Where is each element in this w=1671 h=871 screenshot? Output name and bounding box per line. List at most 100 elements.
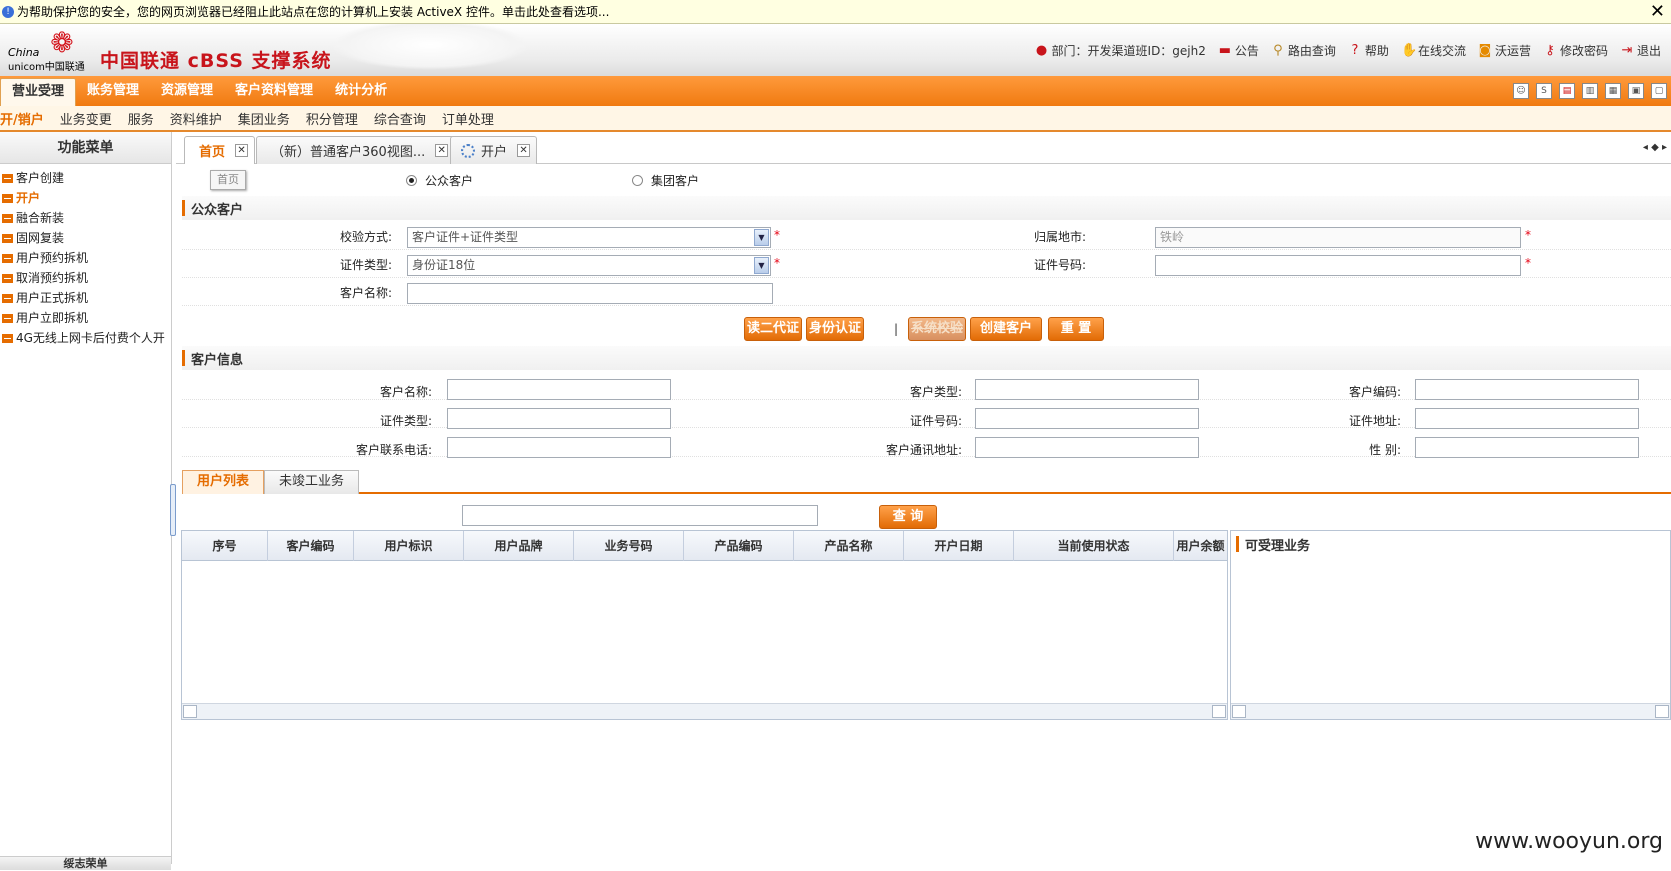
window-icon[interactable]: ▣ (1628, 83, 1644, 99)
logout-link[interactable]: ⇥退出 (1620, 42, 1661, 59)
grid-col-user-id[interactable]: 用户标识 (354, 531, 464, 561)
unicom-logo: ❁ China unicom中国联通 (6, 28, 84, 72)
grid-col-status[interactable]: 当前使用状态 (1014, 531, 1174, 561)
change-password-link[interactable]: ⚷修改密码 (1543, 42, 1608, 59)
sidebar-item-customer-create[interactable]: 客户创建 (0, 168, 171, 188)
sidebar-item-open-account[interactable]: 开户 (0, 188, 171, 208)
subnav-data-maintenance[interactable]: 资料维护 (162, 109, 230, 128)
business-number-input[interactable] (462, 505, 818, 526)
info-gender-field[interactable] (1415, 437, 1639, 458)
region-label: 归属地市: (976, 228, 1086, 245)
sidebar-item-fixed-reinstall[interactable]: 固网复装 (0, 228, 171, 248)
layout-icon[interactable]: ▥ (1582, 83, 1598, 99)
region-field[interactable]: 铁岭 (1155, 227, 1521, 248)
id-type-select[interactable]: 身份证18位▼ (407, 255, 771, 276)
sidebar-bottom-bar[interactable]: 绥志荣单 (0, 856, 171, 870)
user-icon: ● (1035, 44, 1049, 58)
grid-horizontal-scrollbar[interactable] (182, 703, 1227, 719)
grid-col-business-number[interactable]: 业务号码 (574, 531, 684, 561)
info-gender-label: 性 别: (1236, 441, 1401, 458)
form-row (182, 278, 1671, 306)
panel-horizontal-scrollbar[interactable] (1231, 703, 1670, 719)
route-query-link[interactable]: ⚲路由查询 (1271, 42, 1336, 59)
subnav-group-business[interactable]: 集团业务 (230, 109, 298, 128)
create-customer-button[interactable]: 创建客户 (970, 317, 1042, 341)
scroll-right-icon[interactable] (1655, 705, 1669, 718)
radio-group-customer[interactable]: 集团客户 (632, 172, 699, 189)
verify-method-select[interactable]: 客户证件+证件类型▼ (407, 227, 771, 248)
subnav-query[interactable]: 综合查询 (366, 109, 434, 128)
scroll-left-icon[interactable] (183, 705, 197, 718)
sidebar-item-fusion-install[interactable]: 融合新装 (0, 208, 171, 228)
close-icon[interactable]: ✕ (1650, 1, 1665, 22)
tab-tooltip: 首页 (210, 170, 246, 190)
switch-icon[interactable]: S (1536, 83, 1552, 99)
card-icon[interactable]: ▤ (1559, 83, 1575, 99)
id-number-input[interactable] (1155, 255, 1521, 276)
grid-col-product-name[interactable]: 产品名称 (794, 531, 904, 561)
subnav-orders[interactable]: 订单处理 (434, 109, 502, 128)
subnav-service[interactable]: 服务 (120, 109, 162, 128)
scroll-right-icon[interactable] (1212, 705, 1226, 718)
help-link[interactable]: ?帮助 (1348, 42, 1389, 59)
tab-open-account[interactable]: 开户✕ (450, 136, 537, 164)
info-id-type-label: 证件类型: (316, 412, 432, 429)
customer-name-label: 客户名称: (276, 284, 392, 301)
nav-statistics[interactable]: 统计分析 (324, 76, 398, 106)
subnav-open-close[interactable]: 开/销户 (0, 109, 52, 128)
query-button[interactable]: 查 询 (879, 505, 937, 529)
cloud-decoration (330, 24, 530, 70)
search-icon: ⚲ (1271, 44, 1285, 58)
minus-icon (2, 274, 13, 283)
tab-scroll-arrows[interactable]: ◂ ◆ ▸ (1643, 142, 1667, 153)
grid-col-open-date[interactable]: 开户日期 (904, 531, 1014, 561)
sidebar-item-cancel-reserve[interactable]: 取消预约拆机 (0, 268, 171, 288)
tab-home[interactable]: 首页✕ (184, 136, 255, 164)
info-customer-code-field[interactable] (1415, 379, 1639, 400)
system-verify-button[interactable]: 系统校验 (908, 317, 966, 341)
identity-auth-button[interactable]: 身份认证 (806, 317, 864, 341)
fullscreen-icon[interactable]: ▢ (1651, 83, 1667, 99)
info-id-type-field[interactable] (447, 408, 671, 429)
info-customer-name-field[interactable] (447, 379, 671, 400)
tab-unfinished-business[interactable]: 未竣工业务 (264, 470, 359, 494)
grid-col-index[interactable]: 序号 (182, 531, 268, 561)
close-icon[interactable]: ✕ (435, 144, 448, 157)
tab-user-list[interactable]: 用户列表 (182, 470, 264, 494)
notice-link[interactable]: ▬公告 (1218, 42, 1259, 59)
info-id-number-field[interactable] (975, 408, 1199, 429)
wo-operation-link[interactable]: ◙沃运营 (1478, 42, 1531, 59)
reset-button[interactable]: 重 置 (1048, 317, 1104, 341)
info-mail-address-field[interactable] (975, 437, 1199, 458)
scroll-left-icon[interactable] (1232, 705, 1246, 718)
read-id-card-button[interactable]: 读二代证 (744, 317, 802, 341)
close-icon[interactable]: ✕ (235, 144, 248, 157)
dept-info: ●部门：开发渠道班ID：gejh2 (1035, 42, 1206, 59)
grid-col-brand[interactable]: 用户品牌 (464, 531, 574, 561)
infobar-text[interactable]: 为帮助保护您的安全，您的网页浏览器已经阻止此站点在您的计算机上安装 Active… (17, 3, 609, 20)
nav-resource-management[interactable]: 资源管理 (150, 76, 224, 106)
customer-name-input[interactable] (407, 283, 773, 304)
info-id-address-field[interactable] (1415, 408, 1639, 429)
close-icon[interactable]: ✕ (517, 144, 530, 157)
activex-infobar[interactable]: ! 为帮助保护您的安全，您的网页浏览器已经阻止此站点在您的计算机上安装 Acti… (0, 0, 1671, 24)
nav-customer-data[interactable]: 客户资料管理 (224, 76, 324, 106)
info-customer-type-field[interactable] (975, 379, 1199, 400)
info-contact-phone-field[interactable] (447, 437, 671, 458)
nav-account-management[interactable]: 账务管理 (76, 76, 150, 106)
sidebar-item-4g-card[interactable]: 4G无线上网卡后付费个人开 (0, 328, 171, 348)
grid-col-customer-code[interactable]: 客户编码 (268, 531, 354, 561)
sidebar-item-formal-remove[interactable]: 用户正式拆机 (0, 288, 171, 308)
list-icon[interactable]: ▦ (1605, 83, 1621, 99)
tab-customer-360[interactable]: （新）普通客户360视图...✕ (256, 136, 455, 164)
sidebar-item-immediate-remove[interactable]: 用户立即拆机 (0, 308, 171, 328)
subnav-points[interactable]: 积分管理 (298, 109, 366, 128)
subnav-business-change[interactable]: 业务变更 (52, 109, 120, 128)
nav-business-acceptance[interactable]: 营业受理 (0, 78, 76, 106)
grid-col-balance[interactable]: 用户余额 (1174, 531, 1227, 561)
radio-public-customer[interactable]: 公众客户 (406, 172, 473, 189)
online-chat-link[interactable]: ✋在线交流 (1401, 42, 1466, 59)
sidebar-item-reserve-remove[interactable]: 用户预约拆机 (0, 248, 171, 268)
user-settings-icon[interactable]: ☺ (1513, 83, 1529, 99)
grid-col-product-code[interactable]: 产品编码 (684, 531, 794, 561)
